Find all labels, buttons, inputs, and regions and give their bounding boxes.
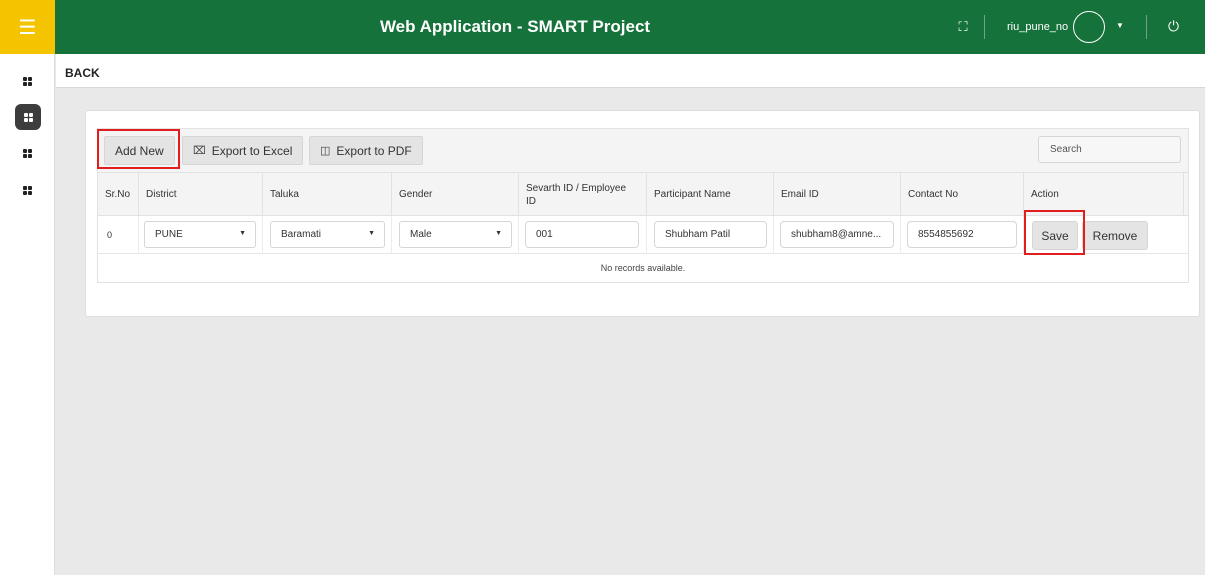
taluka-value: Baramati	[281, 229, 322, 240]
caret-down-icon[interactable]: ▼	[1116, 21, 1124, 30]
gender-dropdown[interactable]: Male ▼	[399, 221, 512, 248]
cell-district: PUNE ▼	[139, 216, 263, 254]
pdf-icon: ◫	[320, 145, 331, 157]
contact-no-input[interactable]: 8554855692	[907, 221, 1017, 248]
export-excel-button[interactable]: ⌧ Export to Excel	[182, 136, 304, 165]
email-input[interactable]: shubham8@amne...	[780, 221, 894, 248]
add-new-label: Add New	[115, 143, 164, 158]
cell-contact-no: 8554855692	[901, 216, 1024, 254]
cell-taluka: Baramati ▼	[263, 216, 392, 254]
hamburger-icon: ☰	[18, 16, 37, 39]
back-link[interactable]: BACK	[65, 66, 100, 80]
divider	[984, 15, 985, 39]
fullscreen-icon[interactable]: ⛶	[955, 19, 971, 35]
export-excel-label: Export to Excel	[211, 143, 293, 158]
username-label[interactable]: riu_pune_no	[1007, 0, 1068, 54]
col-header-email[interactable]: Email ID	[774, 173, 901, 216]
sidebar	[0, 54, 55, 575]
sidebar-item-3[interactable]	[18, 144, 37, 163]
no-records-message: No records available.	[600, 263, 686, 273]
grid-icon	[23, 149, 32, 158]
hamburger-menu-button[interactable]: ☰	[0, 0, 55, 54]
back-bar: BACK	[56, 54, 1205, 88]
dropdown-arrow-icon: ▼	[239, 230, 246, 237]
col-header-participant-name[interactable]: Participant Name	[647, 173, 774, 216]
grid-icon	[23, 186, 32, 195]
grid-icon	[23, 112, 33, 122]
cell-email: shubham8@amne...	[774, 216, 901, 254]
divider	[1146, 15, 1147, 39]
dropdown-arrow-icon: ▼	[368, 230, 375, 237]
district-dropdown[interactable]: PUNE ▼	[144, 221, 256, 248]
cell-srno: 0	[98, 216, 139, 254]
remove-button[interactable]: Remove	[1082, 221, 1148, 250]
sevarth-id-input[interactable]: 001	[525, 221, 639, 248]
sidebar-item-4[interactable]	[18, 181, 37, 200]
col-header-sevarth-id[interactable]: Sevarth ID / Employee ID	[519, 173, 647, 216]
cell-action: Save Remove	[1024, 216, 1188, 254]
district-value: PUNE	[155, 229, 183, 240]
col-header-srno[interactable]: Sr.No	[98, 173, 139, 216]
grid-header: Sr.No District Taluka Gender Sevarth ID …	[98, 173, 1188, 216]
excel-icon: ⌧	[193, 145, 206, 157]
gender-value: Male	[410, 229, 432, 240]
col-header-district[interactable]: District	[139, 173, 263, 216]
data-grid: Sr.No District Taluka Gender Sevarth ID …	[97, 172, 1189, 283]
col-header-action: Action	[1024, 173, 1184, 216]
sidebar-item-2[interactable]	[15, 104, 41, 130]
grid-toolbar: Add New ⌧ Export to Excel ◫ Export to PD…	[97, 128, 1189, 172]
srno-value: 0	[107, 230, 113, 240]
grid-icon	[23, 77, 32, 86]
avatar[interactable]	[1073, 11, 1105, 43]
app-title: Web Application - SMART Project	[379, 17, 651, 36]
cell-gender: Male ▼	[392, 216, 519, 254]
export-pdf-label: Export to PDF	[336, 143, 412, 158]
table-row-edit: 0 PUNE ▼ Baramati ▼ Male ▼ 001 Shubham P…	[98, 216, 1188, 254]
top-bar: ☰ Web Application - SMART Project ⛶ riu_…	[0, 0, 1205, 54]
dropdown-arrow-icon: ▼	[495, 230, 502, 237]
col-header-gender[interactable]: Gender	[392, 173, 519, 216]
cell-sevarth-id: 001	[519, 216, 647, 254]
col-header-taluka[interactable]: Taluka	[263, 173, 392, 216]
participant-name-input[interactable]: Shubham Patil	[654, 221, 767, 248]
add-new-button[interactable]: Add New	[104, 136, 175, 165]
search-input[interactable]	[1038, 136, 1181, 163]
export-pdf-button[interactable]: ◫ Export to PDF	[309, 136, 423, 165]
taluka-dropdown[interactable]: Baramati ▼	[270, 221, 385, 248]
save-button[interactable]: Save	[1032, 221, 1078, 250]
power-icon[interactable]: ⏻	[1168, 18, 1179, 35]
sidebar-item-1[interactable]	[18, 72, 37, 91]
col-header-contact-no[interactable]: Contact No	[901, 173, 1024, 216]
cell-participant-name: Shubham Patil	[647, 216, 774, 254]
